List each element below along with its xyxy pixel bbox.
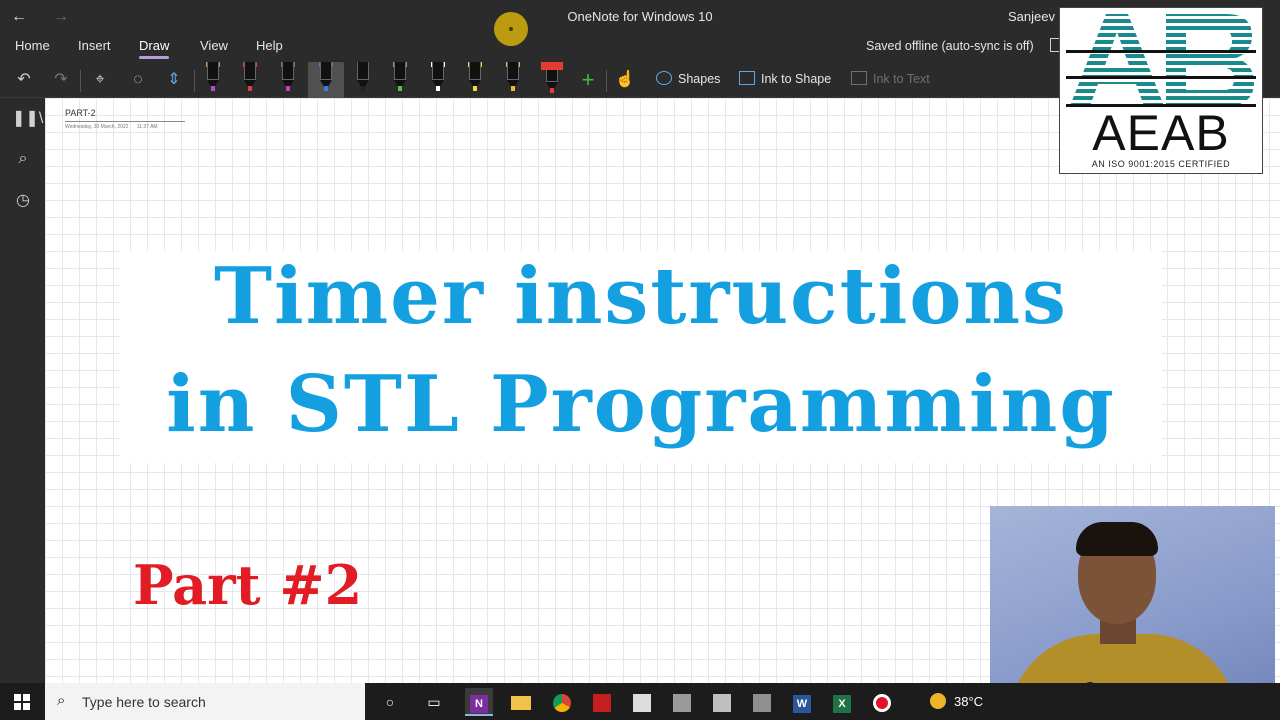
redo-icon[interactable]: ↷: [48, 66, 74, 94]
toolbar-divider: [606, 70, 607, 92]
ink-to-text-label: Ink to Text: [873, 72, 930, 86]
page-timestamp: Wednesday, 30 March, 2022 11:37 AM: [65, 124, 158, 130]
pen-barrel: [244, 62, 256, 80]
pen-black[interactable]: [353, 62, 373, 94]
screen-recorder-icon[interactable]: [868, 688, 896, 716]
tab-home[interactable]: Home: [15, 38, 50, 53]
temperature: 38°C: [954, 694, 984, 709]
shapes-button[interactable]: Shapes: [656, 71, 720, 86]
shapes-label: Shapes: [678, 72, 721, 86]
ink-to-text-icon: [851, 71, 867, 85]
excel-icon[interactable]: X: [828, 688, 856, 716]
task-view-icon[interactable]: ▭: [420, 688, 448, 716]
logo-name: AEAB: [1092, 105, 1230, 161]
page-date: Wednesday, 30 March, 2022: [65, 124, 129, 130]
pen-nib: [511, 86, 515, 91]
pen-white[interactable]: [428, 62, 448, 94]
pen-barrel: [282, 62, 294, 80]
page-time: 11:37 AM: [136, 124, 158, 130]
pen-band: [541, 62, 563, 70]
tab-insert[interactable]: Insert: [78, 38, 111, 53]
shapes-icon: [656, 71, 672, 85]
pen-nib: [550, 88, 554, 93]
notebooks-icon[interactable]: ❚❚\: [12, 108, 43, 130]
pen-barrel: [469, 62, 481, 80]
ab-logo-mark: [1066, 14, 1256, 106]
weather-widget[interactable]: 38°C: [930, 693, 983, 709]
pen-barrel: [207, 62, 219, 80]
pen-nib: [211, 86, 215, 91]
presenter-hair: [1076, 522, 1158, 556]
navigation-rail: ❚❚\ ⌕ ◷: [0, 98, 45, 683]
heading-line-1: Timer instructions: [214, 251, 1068, 342]
weather-sun-icon: [930, 693, 946, 709]
highlighter-red[interactable]: [540, 62, 564, 94]
tab-help[interactable]: Help: [256, 38, 283, 53]
snipping-tool-icon[interactable]: [628, 688, 656, 716]
touch-draw-icon[interactable]: ☝: [612, 66, 638, 94]
pen-barrel: [394, 62, 406, 80]
lasso-select-icon[interactable]: ◌: [125, 66, 151, 94]
onenote-window: ← → OneNote for Windows 10 Sanjeev K Hom…: [0, 0, 1280, 720]
pen-yellow[interactable]: [465, 62, 485, 94]
pen-nib: [436, 86, 440, 91]
file-explorer-icon[interactable]: [507, 688, 535, 716]
heading-line-2: in STL Programming: [166, 359, 1116, 450]
ink-to-shape-icon: [739, 71, 755, 85]
ink-to-shape-label: Ink to Shape: [761, 72, 832, 86]
recent-notes-icon[interactable]: ◷: [12, 190, 34, 212]
add-pen-icon[interactable]: +: [575, 66, 601, 94]
pen-nib: [398, 86, 402, 91]
calculator-icon[interactable]: [668, 688, 696, 716]
search-icon: ⌕: [57, 692, 66, 709]
pen-nib: [361, 86, 365, 91]
toolbar-divider: [194, 70, 195, 92]
pen-nib: [286, 86, 290, 91]
pen-barrel: [507, 62, 519, 80]
pen-barrel: [357, 62, 369, 80]
pen-nib: [324, 86, 328, 91]
windows-taskbar: ⌕ Type here to search ○ ▭ N W X 38°C: [0, 683, 1280, 720]
app-icon[interactable]: [708, 688, 736, 716]
page-title[interactable]: PART-2: [65, 108, 96, 118]
cursor-highlight: [494, 12, 528, 46]
chrome-icon[interactable]: [548, 688, 576, 716]
pen-red[interactable]: [240, 62, 260, 94]
search-icon[interactable]: ⌕: [12, 148, 34, 170]
pen-gold[interactable]: [503, 62, 523, 94]
taskbar-search-placeholder: Type here to search: [82, 694, 206, 710]
pen-blue[interactable]: [316, 62, 336, 94]
part-label[interactable]: Part #2: [133, 553, 362, 617]
logo-tagline: AN ISO 9001:2015 CERTIFIED: [1091, 159, 1231, 169]
cortana-icon[interactable]: ○: [376, 688, 404, 716]
toolbar-divider: [80, 70, 81, 92]
pen-orange-band[interactable]: [203, 62, 223, 94]
app-icon[interactable]: [748, 688, 776, 716]
pen-nib: [248, 86, 252, 91]
tab-view[interactable]: View: [200, 38, 228, 53]
pen-barrel: [546, 70, 558, 82]
acrobat-icon[interactable]: [588, 688, 616, 716]
ink-to-text-button[interactable]: Ink to Text: [851, 71, 930, 86]
title-text-box[interactable]: Timer instructions in STL Programming: [120, 251, 1162, 463]
ink-to-shape-button[interactable]: Ink to Shape: [739, 71, 831, 86]
sync-status: Saved offline (auto-sync is off): [866, 39, 1034, 53]
word-icon[interactable]: W: [788, 688, 816, 716]
taskbar-search-box[interactable]: ⌕ Type here to search: [45, 683, 365, 720]
pen-green[interactable]: [390, 62, 410, 94]
type-select-icon[interactable]: ⌖: [87, 66, 113, 94]
add-space-icon[interactable]: ⇕: [161, 66, 187, 94]
tab-draw[interactable]: Draw: [139, 38, 170, 59]
pen-magenta[interactable]: [278, 62, 298, 94]
pen-barrel: [320, 62, 332, 80]
windows-start-icon[interactable]: [14, 694, 30, 710]
aeab-logo: AEAB AN ISO 9001:2015 CERTIFIED: [1059, 7, 1263, 174]
pen-nib: [473, 86, 477, 91]
pen-barrel: [432, 62, 444, 80]
page-title-underline: [65, 121, 185, 122]
undo-icon[interactable]: ↶: [11, 66, 37, 94]
onenote-taskbar-icon[interactable]: N: [465, 688, 493, 716]
